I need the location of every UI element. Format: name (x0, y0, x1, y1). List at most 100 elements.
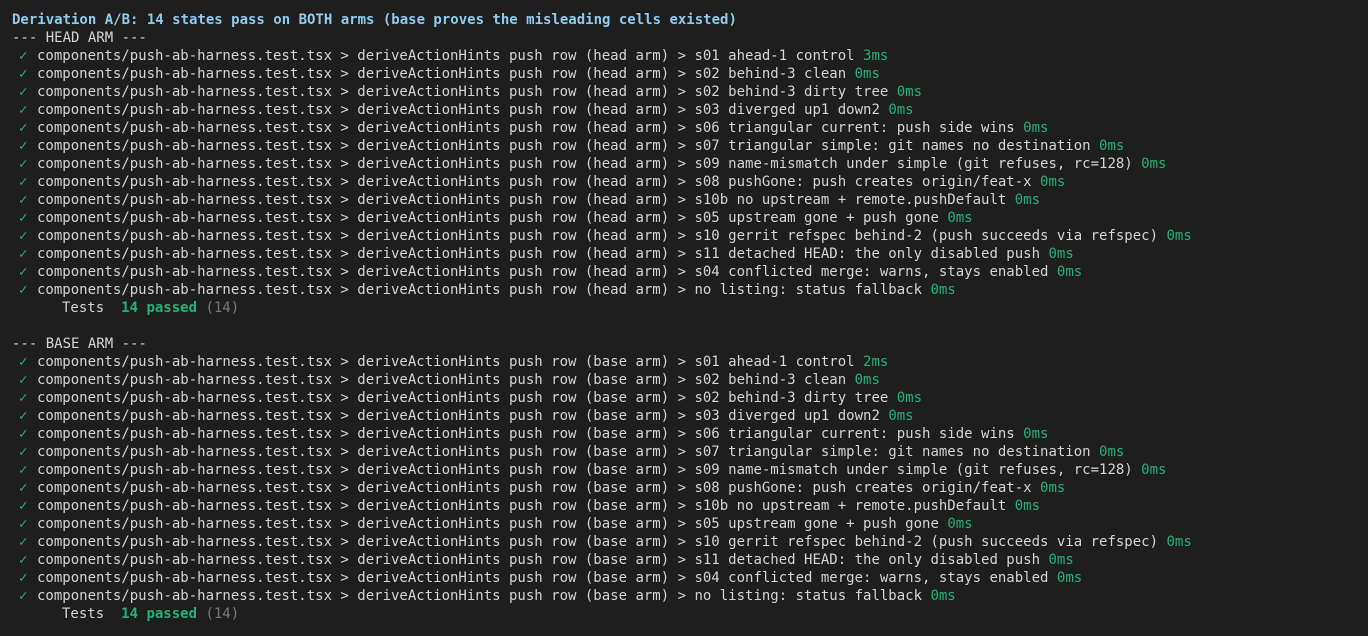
test-name: components/push-ab-harness.test.tsx > de… (37, 174, 1032, 190)
test-duration: 0ms (896, 390, 923, 406)
check-icon: ✓ (19, 408, 28, 424)
base-arm-test-list: ✓ components/push-ab-harness.test.tsx > d… (12, 353, 1368, 605)
check-icon: ✓ (19, 372, 28, 388)
test-duration: 0ms (947, 516, 973, 532)
summary-passed: 14 passed (121, 300, 198, 316)
test-row: ✓ components/push-ab-harness.test.tsx > d… (12, 47, 1368, 65)
test-duration: 0ms (930, 282, 956, 298)
test-row: ✓ components/push-ab-harness.test.tsx > d… (12, 155, 1368, 173)
summary-count: (14) (205, 606, 240, 622)
test-name: components/push-ab-harness.test.tsx > de… (37, 246, 1041, 262)
test-name: components/push-ab-harness.test.tsx > de… (37, 408, 880, 424)
check-icon: ✓ (19, 570, 28, 586)
test-duration: 0ms (1141, 462, 1167, 478)
test-row: ✓ components/push-ab-harness.test.tsx > d… (12, 191, 1368, 209)
test-duration: 0ms (1141, 156, 1167, 172)
test-name: components/push-ab-harness.test.tsx > de… (37, 426, 1015, 442)
check-icon: ✓ (19, 516, 28, 532)
test-name: components/push-ab-harness.test.tsx > de… (37, 138, 1091, 154)
check-icon: ✓ (19, 102, 28, 118)
test-name: components/push-ab-harness.test.tsx > de… (37, 282, 923, 298)
test-duration: 3ms (863, 48, 889, 64)
test-name: components/push-ab-harness.test.tsx > de… (37, 570, 1049, 586)
test-name: components/push-ab-harness.test.tsx > de… (37, 156, 1133, 172)
check-icon: ✓ (19, 156, 28, 172)
test-row: ✓ components/push-ab-harness.test.tsx > d… (12, 65, 1368, 83)
test-row: ✓ components/push-ab-harness.test.tsx > d… (12, 425, 1368, 443)
run-title: Derivation A/B: 14 states pass on BOTH a… (12, 12, 737, 28)
head-arm-header: --- HEAD ARM --- (12, 30, 147, 46)
test-name: components/push-ab-harness.test.tsx > de… (37, 480, 1032, 496)
test-name: components/push-ab-harness.test.tsx > de… (37, 444, 1091, 460)
check-icon: ✓ (19, 174, 28, 190)
test-duration: 0ms (1166, 228, 1192, 244)
summary-label: Tests (62, 606, 105, 622)
test-duration: 0ms (854, 372, 880, 388)
test-name: components/push-ab-harness.test.tsx > de… (37, 498, 1007, 514)
test-name: components/push-ab-harness.test.tsx > de… (37, 516, 939, 532)
check-icon: ✓ (19, 354, 28, 370)
check-icon: ✓ (19, 282, 28, 298)
test-row: ✓ components/push-ab-harness.test.tsx > d… (12, 479, 1368, 497)
test-name: components/push-ab-harness.test.tsx > de… (37, 534, 1159, 550)
test-name: components/push-ab-harness.test.tsx > de… (37, 120, 1015, 136)
test-row: ✓ components/push-ab-harness.test.tsx > d… (12, 407, 1368, 425)
test-duration: 0ms (854, 66, 880, 82)
test-row: ✓ components/push-ab-harness.test.tsx > d… (12, 245, 1368, 263)
check-icon: ✓ (19, 264, 28, 280)
check-icon: ✓ (19, 84, 28, 100)
test-duration: 0ms (1048, 246, 1074, 262)
test-row: ✓ components/push-ab-harness.test.tsx > d… (12, 569, 1368, 587)
check-icon: ✓ (19, 228, 28, 244)
test-name: components/push-ab-harness.test.tsx > de… (37, 66, 847, 82)
test-duration: 0ms (1014, 192, 1041, 208)
test-duration: 0ms (1056, 264, 1083, 280)
test-name: components/push-ab-harness.test.tsx > de… (37, 228, 1159, 244)
test-name: components/push-ab-harness.test.tsx > de… (37, 552, 1041, 568)
test-duration: 0ms (1040, 480, 1066, 496)
test-duration: 0ms (1023, 426, 1049, 442)
test-duration: 0ms (930, 588, 956, 604)
test-row: ✓ components/push-ab-harness.test.tsx > d… (12, 587, 1368, 605)
base-arm-summary: Tests 14 passed (14) (12, 605, 1368, 623)
test-name: components/push-ab-harness.test.tsx > de… (37, 588, 923, 604)
test-row: ✓ components/push-ab-harness.test.tsx > d… (12, 389, 1368, 407)
test-row: ✓ components/push-ab-harness.test.tsx > d… (12, 209, 1368, 227)
test-duration: 0ms (1099, 444, 1125, 460)
test-name: components/push-ab-harness.test.tsx > de… (37, 84, 889, 100)
test-row: ✓ components/push-ab-harness.test.tsx > d… (12, 515, 1368, 533)
test-row: ✓ components/push-ab-harness.test.tsx > d… (12, 263, 1368, 281)
check-icon: ✓ (19, 588, 28, 604)
check-icon: ✓ (19, 462, 28, 478)
summary-label: Tests (62, 300, 105, 316)
summary-count: (14) (205, 300, 240, 316)
head-arm-test-list: ✓ components/push-ab-harness.test.tsx > d… (12, 47, 1368, 299)
test-row: ✓ components/push-ab-harness.test.tsx > d… (12, 101, 1368, 119)
test-row: ✓ components/push-ab-harness.test.tsx > d… (12, 281, 1368, 299)
check-icon: ✓ (19, 552, 28, 568)
check-icon: ✓ (19, 48, 28, 64)
test-duration: 0ms (888, 408, 914, 424)
test-duration: 0ms (1014, 498, 1041, 514)
test-duration: 0ms (1099, 138, 1125, 154)
test-row: ✓ components/push-ab-harness.test.tsx > d… (12, 353, 1368, 371)
check-icon: ✓ (19, 138, 28, 154)
check-icon: ✓ (19, 534, 28, 550)
check-icon: ✓ (19, 426, 28, 442)
test-duration: 0ms (1166, 534, 1192, 550)
test-row: ✓ components/push-ab-harness.test.tsx > d… (12, 227, 1368, 245)
check-icon: ✓ (19, 66, 28, 82)
check-icon: ✓ (19, 444, 28, 460)
check-icon: ✓ (19, 192, 28, 208)
test-row: ✓ components/push-ab-harness.test.tsx > d… (12, 83, 1368, 101)
test-duration: 0ms (1056, 570, 1083, 586)
test-row: ✓ components/push-ab-harness.test.tsx > d… (12, 173, 1368, 191)
test-row: ✓ components/push-ab-harness.test.tsx > d… (12, 371, 1368, 389)
test-name: components/push-ab-harness.test.tsx > de… (37, 462, 1133, 478)
test-row: ✓ components/push-ab-harness.test.tsx > d… (12, 137, 1368, 155)
test-duration: 0ms (1040, 174, 1066, 190)
test-duration: 0ms (947, 210, 973, 226)
test-duration: 0ms (1048, 552, 1074, 568)
check-icon: ✓ (19, 210, 28, 226)
test-row: ✓ components/push-ab-harness.test.tsx > d… (12, 497, 1368, 515)
